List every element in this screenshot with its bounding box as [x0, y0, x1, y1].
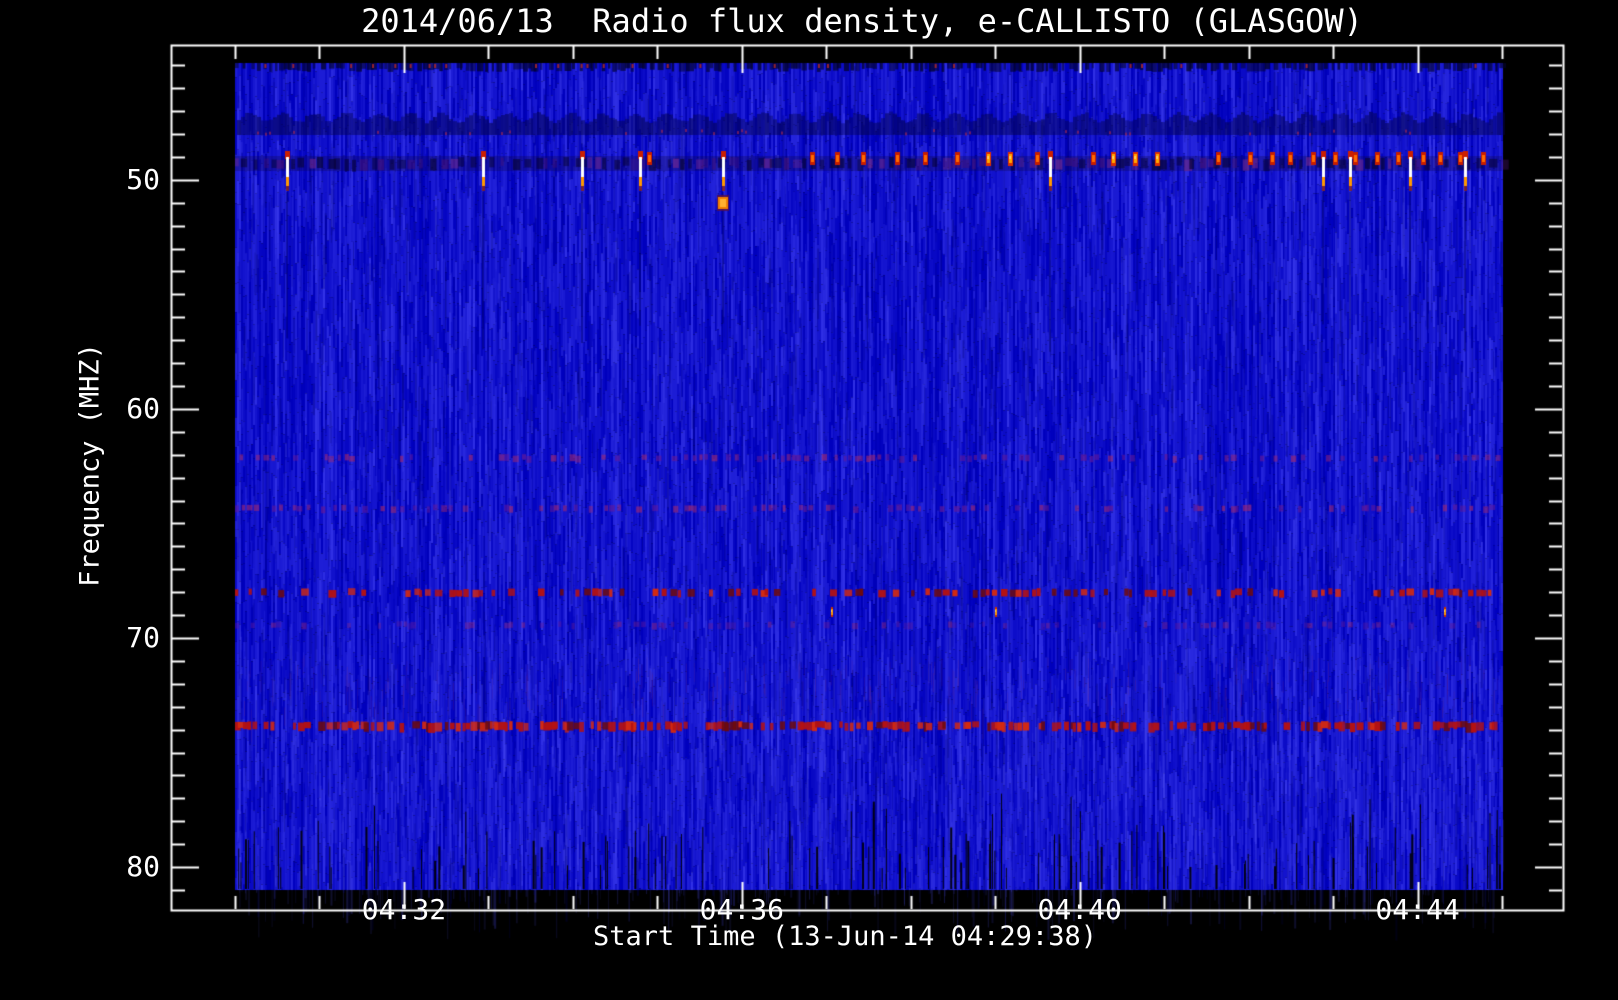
- x-tick-label: 04:44: [1375, 893, 1460, 926]
- spectrogram-plot: [0, 0, 1618, 1000]
- x-axis-label: Start Time (13-Jun-14 04:29:38): [593, 921, 1097, 952]
- spectrogram-figure: 2014/06/13 Radio flux density, e-CALLIST…: [0, 0, 1618, 1000]
- y-tick-label: 70: [126, 620, 160, 654]
- y-axis-label: Frequency (MHZ): [74, 343, 106, 587]
- x-tick-label: 04:32: [361, 893, 447, 926]
- x-tick-label: 04:36: [699, 893, 784, 926]
- plot-title: 2014/06/13 Radio flux density, e-CALLIST…: [361, 2, 1363, 40]
- y-tick-label: 50: [126, 162, 160, 196]
- x-tick-label: 04:40: [1037, 893, 1122, 926]
- y-tick-label: 60: [126, 391, 160, 425]
- y-tick-label: 80: [126, 849, 160, 883]
